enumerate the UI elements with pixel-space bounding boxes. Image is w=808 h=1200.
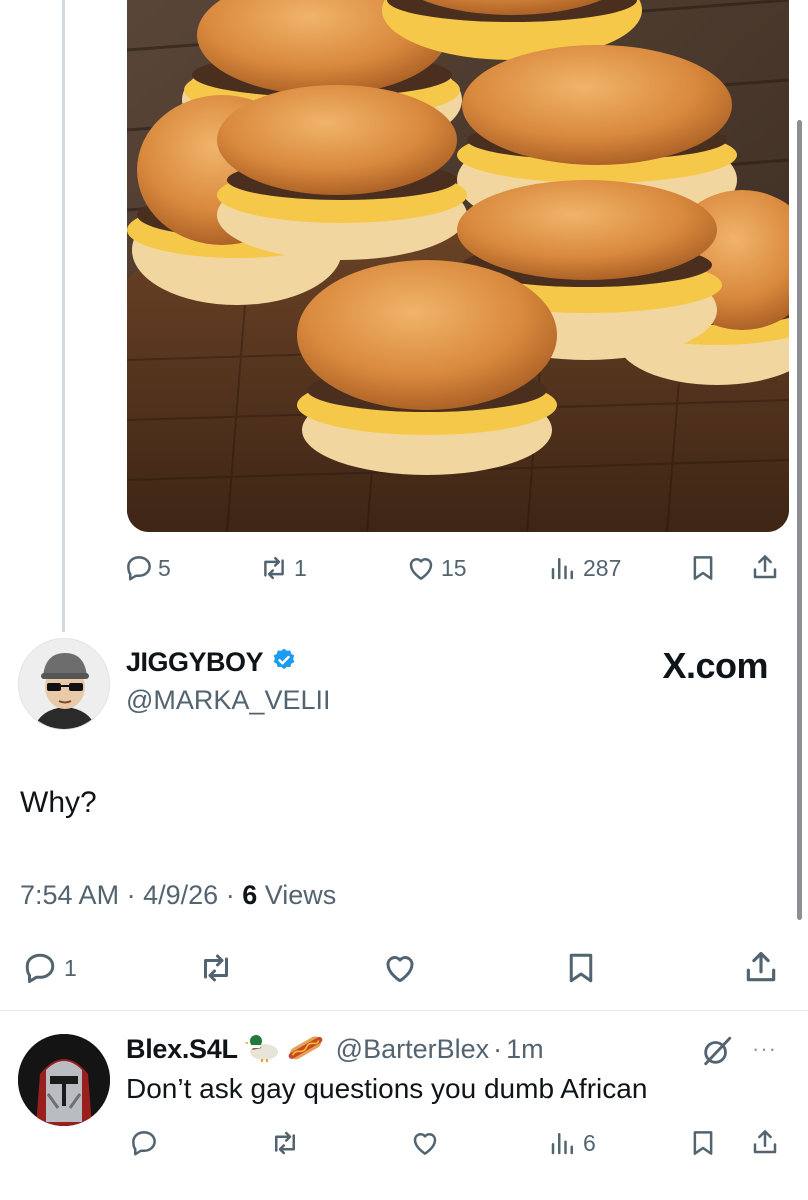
display-name[interactable]: JIGGYBOY xyxy=(126,647,264,678)
share-icon xyxy=(742,948,780,986)
bookmark-action[interactable] xyxy=(688,1128,718,1158)
grok-icon[interactable] xyxy=(700,1034,734,1073)
tweet-date[interactable]: 4/9/26 xyxy=(143,880,218,910)
x-logo-text: X.com xyxy=(662,645,768,686)
views-count: 6 xyxy=(242,880,258,910)
like-icon xyxy=(380,950,420,986)
duck-emoji-icon xyxy=(243,1032,280,1067)
views-action[interactable]: 287 xyxy=(547,553,621,583)
repost-action[interactable] xyxy=(195,950,237,986)
like-count: 15 xyxy=(441,554,467,581)
thread-connector-line xyxy=(62,0,65,632)
hotdog-emoji-icon xyxy=(286,1032,324,1067)
repost-icon xyxy=(258,553,290,583)
bookmark-action[interactable] xyxy=(688,553,718,583)
repost-action[interactable]: 1 xyxy=(258,553,307,583)
like-icon xyxy=(405,553,437,583)
bookmark-icon xyxy=(688,1128,718,1158)
reply-icon xyxy=(20,950,60,986)
share-action[interactable] xyxy=(742,948,780,986)
reply-action[interactable]: 1 xyxy=(20,950,77,986)
bookmark-icon xyxy=(563,950,599,986)
reply-action[interactable] xyxy=(128,1128,160,1158)
verified-badge-icon xyxy=(271,647,297,678)
tweet-time[interactable]: 7:54 AM xyxy=(20,880,119,910)
like-action[interactable] xyxy=(408,1128,442,1158)
reply-display-name[interactable]: Blex.S4L xyxy=(126,1034,238,1065)
reply-separator: · xyxy=(493,1034,503,1064)
reply-icon xyxy=(124,553,154,583)
meta-separator: · xyxy=(225,880,235,910)
like-action[interactable] xyxy=(380,950,420,986)
views-icon xyxy=(547,1128,579,1158)
share-icon xyxy=(750,552,780,582)
repost-count: 1 xyxy=(294,554,307,581)
repost-icon xyxy=(195,950,237,986)
tweet-photo-burgers[interactable] xyxy=(127,0,789,532)
avatar[interactable] xyxy=(18,638,110,730)
views-label: Views xyxy=(264,880,337,910)
views-count: 287 xyxy=(583,554,622,581)
tweet-text: Why? xyxy=(20,786,97,819)
divider xyxy=(0,1010,808,1011)
tweet-meta: 7:54 AM · 4/9/26 · 6 Views xyxy=(20,880,336,911)
share-icon xyxy=(750,1127,780,1157)
scrollbar-thumb[interactable] xyxy=(797,120,802,920)
views-icon xyxy=(547,553,579,583)
reply-avatar[interactable] xyxy=(18,1034,110,1126)
repost-action[interactable] xyxy=(268,1128,302,1158)
more-options-icon[interactable]: ··· xyxy=(752,1036,777,1062)
repost-icon xyxy=(268,1128,302,1158)
handle[interactable]: @MARKA_VELII xyxy=(126,685,330,716)
reply-count: 1 xyxy=(64,954,77,981)
bookmark-action[interactable] xyxy=(563,950,599,986)
share-action[interactable] xyxy=(750,552,780,582)
reply-count: 5 xyxy=(158,554,171,581)
bookmark-icon xyxy=(688,553,718,583)
reply-icon xyxy=(128,1128,160,1158)
reply-text: Don’t ask gay questions you dumb African xyxy=(126,1073,648,1104)
views-action[interactable]: 6 xyxy=(547,1128,596,1158)
share-action[interactable] xyxy=(750,1127,780,1157)
reply-action[interactable]: 5 xyxy=(124,553,171,583)
views-count: 6 xyxy=(583,1129,596,1156)
like-action[interactable]: 15 xyxy=(405,553,467,583)
reply-time[interactable]: 1m xyxy=(506,1034,544,1065)
like-icon xyxy=(408,1128,442,1158)
reply-handle[interactable]: @BarterBlex xyxy=(336,1034,489,1065)
meta-separator: · xyxy=(126,880,136,910)
